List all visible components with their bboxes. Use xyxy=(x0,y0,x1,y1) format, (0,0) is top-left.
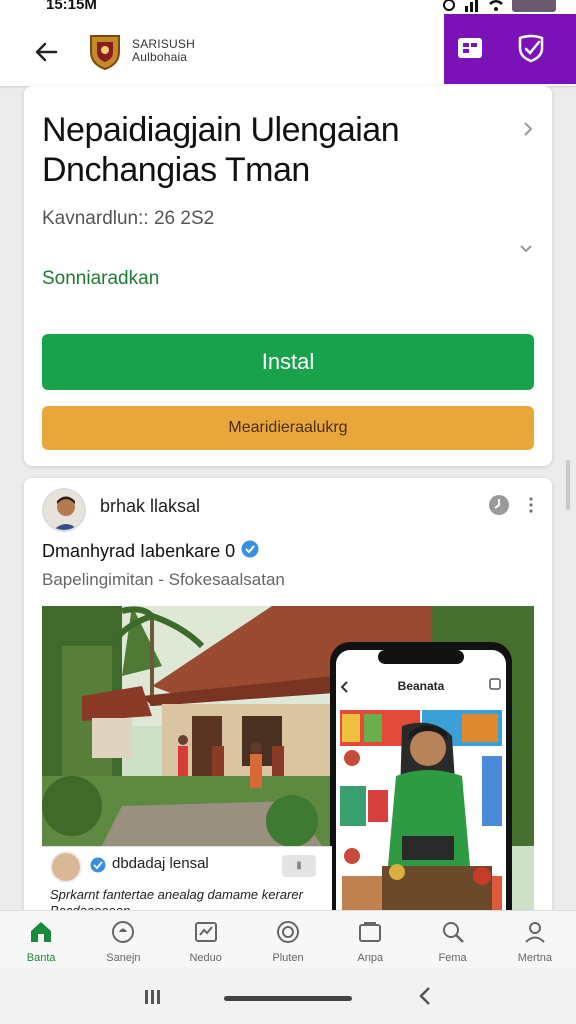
verified-badge-icon xyxy=(241,540,259,563)
more-vert-icon[interactable] xyxy=(528,496,534,519)
alarm-icon xyxy=(442,0,456,12)
nav-item-account[interactable]: Mertna xyxy=(499,911,571,968)
nav-label-home: Banta xyxy=(26,952,56,964)
wifi-icon xyxy=(488,0,504,12)
nav-item-movies[interactable]: Neduo xyxy=(170,911,242,968)
post-title-text: Dmanhyrad Iabenkare 0 xyxy=(42,541,236,561)
grid-icon[interactable] xyxy=(456,34,484,67)
caption-avatar[interactable] xyxy=(50,851,82,883)
games-icon xyxy=(110,919,136,950)
compass-icon xyxy=(275,919,301,950)
battery-icon xyxy=(512,0,556,12)
apps-icon xyxy=(357,919,383,950)
search-icon xyxy=(440,919,466,950)
nav-label-explore: Pluten xyxy=(272,952,304,964)
secondary-action-button[interactable]: Mearidieraalukrg xyxy=(42,406,534,450)
movies-icon xyxy=(193,919,219,950)
app-listing-card: Nepaidiagjain Ulengaian Dnchangias Tman … xyxy=(24,86,552,466)
nav-item-apps[interactable]: Anpa xyxy=(334,911,406,968)
nav-label-games: Sanejn xyxy=(106,952,141,964)
phone-screen-title: Beanata xyxy=(398,679,445,693)
nav-label-apps: Anpa xyxy=(357,952,384,964)
post-subtitle: Bapelingimitan - Sfokesaalsatan xyxy=(42,570,285,589)
chevron-down-icon[interactable] xyxy=(518,242,534,260)
caption-verified-icon xyxy=(90,857,106,878)
caption-name[interactable]: dbdadaj lensal xyxy=(112,855,209,872)
app-logo xyxy=(88,32,122,71)
developer-link[interactable]: Sonniaradkan xyxy=(42,268,159,290)
post-title: Dmanhyrad Iabenkare 0 xyxy=(42,540,259,563)
avatar[interactable] xyxy=(42,488,86,532)
install-button[interactable]: Instal xyxy=(42,334,534,390)
bottom-navigation: Banta Sanejn Neduo Pluten Anpa Fema Mert… xyxy=(0,910,576,968)
nav-item-search[interactable]: Fema xyxy=(417,911,489,968)
app-meta: Kavnardlun:: 26 2S2 xyxy=(42,208,215,229)
post-caption: dbdadaj lensal ▮ Sprkarnt fantertae anea… xyxy=(42,846,332,910)
app-name-line2: Aulbohaia xyxy=(132,50,188,64)
status-time: 15:15M xyxy=(46,0,97,13)
app-name: SARISUSH Aulbohaia xyxy=(132,38,195,64)
nav-item-explore[interactable]: Pluten xyxy=(252,911,324,968)
action-bar-highlight xyxy=(444,14,576,84)
back-arrow-icon[interactable] xyxy=(30,36,62,68)
poster-name[interactable]: brhak llaksal xyxy=(100,496,200,517)
account-icon xyxy=(522,919,548,950)
home-icon xyxy=(28,919,54,950)
scrollbar[interactable] xyxy=(566,460,570,510)
chevron-right-icon[interactable] xyxy=(522,120,534,143)
app-title: Nepaidiagjain Ulengaian Dnchangias Tman xyxy=(42,111,400,189)
caption-action-icon[interactable]: ▮ xyxy=(282,855,316,877)
post-image[interactable]: Beanata dbdadaj lensal ▮ Sprkarnt fanter… xyxy=(42,606,534,910)
nav-label-search: Fema xyxy=(438,952,467,964)
signal-icon xyxy=(464,0,480,12)
wishlist-icon[interactable] xyxy=(514,30,548,69)
system-back-icon[interactable] xyxy=(416,986,434,1011)
nav-item-home[interactable]: Banta xyxy=(5,911,77,968)
post-card: brhak llaksal Dmanhyrad Iabenkare 0 Bape… xyxy=(24,478,552,910)
recent-apps-icon[interactable] xyxy=(144,988,162,1011)
app-bar: SARISUSH Aulbohaia xyxy=(0,14,576,86)
nav-label-account: Mertna xyxy=(517,952,552,964)
caption-text: Sprkarnt fantertae anealag damame kerare… xyxy=(50,887,303,910)
nav-label-movies: Neduo xyxy=(189,952,222,964)
nav-item-games[interactable]: Sanejn xyxy=(87,911,159,968)
home-gesture-bar[interactable] xyxy=(224,996,352,1001)
clock-icon[interactable] xyxy=(488,494,510,521)
system-navigation xyxy=(0,968,576,1024)
